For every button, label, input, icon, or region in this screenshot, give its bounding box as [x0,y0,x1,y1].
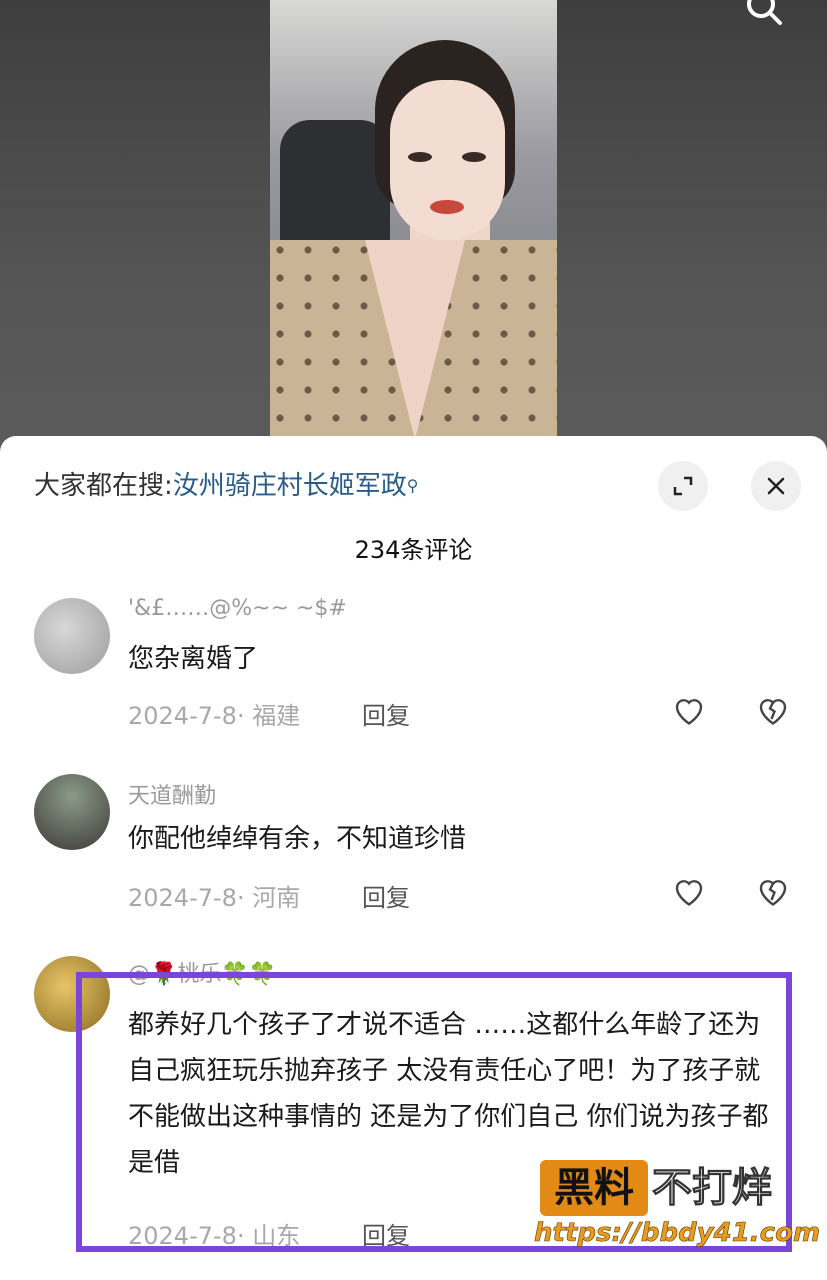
watermark-url: https://bbdy41.com [534,1218,821,1249]
search-icon[interactable] [742,0,786,34]
eye-image [462,152,486,162]
eye-image [408,152,432,162]
broken-heart-icon[interactable] [753,692,793,732]
avatar[interactable] [34,598,110,674]
watermark: 黑料 不打烊 https://bbdy41.com [534,1160,820,1260]
trending-search-prefix: 大家都在搜: [34,471,173,501]
trending-search[interactable]: 大家都在搜:汝州骑庄村长姬军政⚲ [34,466,419,506]
comment-count: 234条评论 [354,536,473,564]
comment-text: 你配他绰绰有余，不知道珍惜 [128,824,467,854]
lips-image [430,200,464,214]
close-icon [767,477,785,495]
trending-search-keyword[interactable]: 汝州骑庄村长姬军政 [173,471,407,501]
watermark-text: 不打烊 [652,1165,773,1212]
reply-button[interactable]: 回复 [362,696,410,731]
video-background[interactable] [0,0,827,470]
close-button[interactable] [751,461,801,511]
comment-username[interactable]: 天道酬勤 [128,778,216,810]
comment-date-location: 2024-7-8· 福建 [128,702,301,730]
heart-icon[interactable] [669,692,709,732]
comment-date-location: 2024-7-8· 河南 [128,884,301,912]
small-search-icon: ⚲ [406,476,419,495]
heart-icon[interactable] [669,873,709,913]
comment-text: 您杂离婚了 [128,644,259,674]
reply-button[interactable]: 回复 [362,878,410,913]
face-image [390,80,505,240]
comment-username[interactable]: '&£……@%~~ ~$# [128,596,347,621]
expand-button[interactable] [658,461,708,511]
watermark-badge: 黑料 [540,1160,648,1216]
video-frame[interactable] [270,0,557,440]
avatar[interactable] [34,774,110,850]
expand-icon [673,476,693,496]
broken-heart-icon[interactable] [753,873,793,913]
